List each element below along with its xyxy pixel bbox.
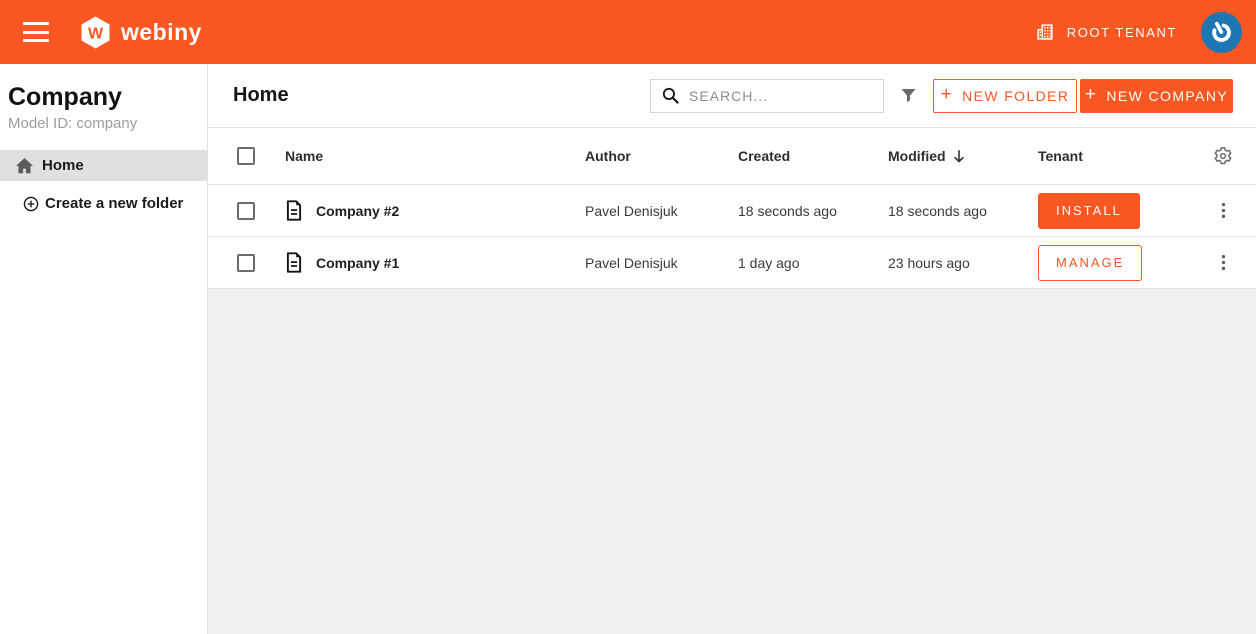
home-icon xyxy=(15,157,34,174)
new-company-button[interactable]: + NEW COMPANY xyxy=(1080,79,1233,113)
filter-button[interactable] xyxy=(897,85,919,106)
empty-area xyxy=(208,289,1256,634)
webiny-logo: W webiny xyxy=(80,16,202,49)
select-all-checkbox[interactable] xyxy=(237,147,255,165)
plus-icon: + xyxy=(1085,85,1098,104)
sort-desc-arrow-icon xyxy=(952,149,966,164)
entry-name: Company #1 xyxy=(316,255,399,271)
column-header-tenant: Tenant xyxy=(1038,148,1190,164)
plus-icon: + xyxy=(941,85,954,104)
column-header-name: Name xyxy=(285,148,585,164)
search-input[interactable] xyxy=(689,88,875,104)
kebab-menu-icon xyxy=(1221,253,1226,272)
tenant-install-button[interactable]: INSTALL xyxy=(1038,193,1140,229)
plus-circle-icon xyxy=(21,196,40,212)
tenant-label: ROOT TENANT xyxy=(1067,25,1177,40)
main-content: Home + NEW FOLDER + NEW COMPANY xyxy=(208,64,1256,634)
brand-wordmark: webiny xyxy=(121,21,202,44)
kebab-menu-icon xyxy=(1221,201,1226,220)
sidebar-item-label: Home xyxy=(42,157,84,174)
building-icon xyxy=(1034,21,1056,43)
user-avatar[interactable] xyxy=(1201,12,1242,53)
entry-author: Pavel Denisjuk xyxy=(585,203,738,219)
model-title: Company xyxy=(0,82,207,112)
sidebar-item-home[interactable]: Home xyxy=(0,150,207,181)
top-app-bar: W webiny ROOT TENANT xyxy=(0,0,1256,64)
table-settings-button[interactable] xyxy=(1209,142,1237,170)
table-row: Company #1 Pavel Denisjuk 1 day ago 23 h… xyxy=(208,237,1256,289)
gear-icon xyxy=(1212,145,1234,167)
new-folder-button[interactable]: + NEW FOLDER xyxy=(933,79,1077,113)
entry-name: Company #2 xyxy=(316,203,399,219)
folder-tree: Home Create a new folder xyxy=(0,150,207,219)
entry-name-cell[interactable]: Company #2 xyxy=(285,200,585,221)
webiny-hexagon-icon: W xyxy=(80,16,111,49)
column-header-modified[interactable]: Modified xyxy=(888,148,1038,164)
column-header-created: Created xyxy=(738,148,888,164)
power-avatar-icon xyxy=(1208,19,1235,46)
entry-created: 18 seconds ago xyxy=(738,203,888,219)
entry-author: Pavel Denisjuk xyxy=(585,255,738,271)
row-checkbox[interactable] xyxy=(237,202,255,220)
document-icon xyxy=(285,252,303,273)
logo-letter: W xyxy=(88,25,104,42)
list-toolbar: Home + NEW FOLDER + NEW COMPANY xyxy=(208,64,1256,128)
hamburger-menu-icon[interactable] xyxy=(23,22,49,42)
tenant-manage-button[interactable]: MANAGE xyxy=(1038,245,1142,281)
page-title: Home xyxy=(233,84,289,107)
table-row: Company #2 Pavel Denisjuk 18 seconds ago… xyxy=(208,185,1256,237)
document-icon xyxy=(285,200,303,221)
sidebar-item-label: Create a new folder xyxy=(45,195,183,212)
entry-modified: 18 seconds ago xyxy=(888,203,1038,219)
row-checkbox[interactable] xyxy=(237,254,255,272)
filter-icon xyxy=(898,85,919,106)
sidebar: Company Model ID: company Home Cr xyxy=(0,64,208,634)
search-icon xyxy=(661,86,680,105)
entry-modified: 23 hours ago xyxy=(888,255,1038,271)
column-header-author: Author xyxy=(585,148,738,164)
row-menu-button[interactable] xyxy=(1209,249,1237,277)
entry-name-cell[interactable]: Company #1 xyxy=(285,252,585,273)
table-header-row: Name Author Created Modified xyxy=(208,128,1256,185)
sidebar-item-create-folder[interactable]: Create a new folder xyxy=(0,188,207,219)
row-menu-button[interactable] xyxy=(1209,197,1237,225)
search-box xyxy=(650,79,884,113)
model-id-subtitle: Model ID: company xyxy=(0,115,207,132)
tenant-selector[interactable]: ROOT TENANT xyxy=(1034,21,1177,43)
entry-created: 1 day ago xyxy=(738,255,888,271)
entries-table: Name Author Created Modified xyxy=(208,128,1256,289)
